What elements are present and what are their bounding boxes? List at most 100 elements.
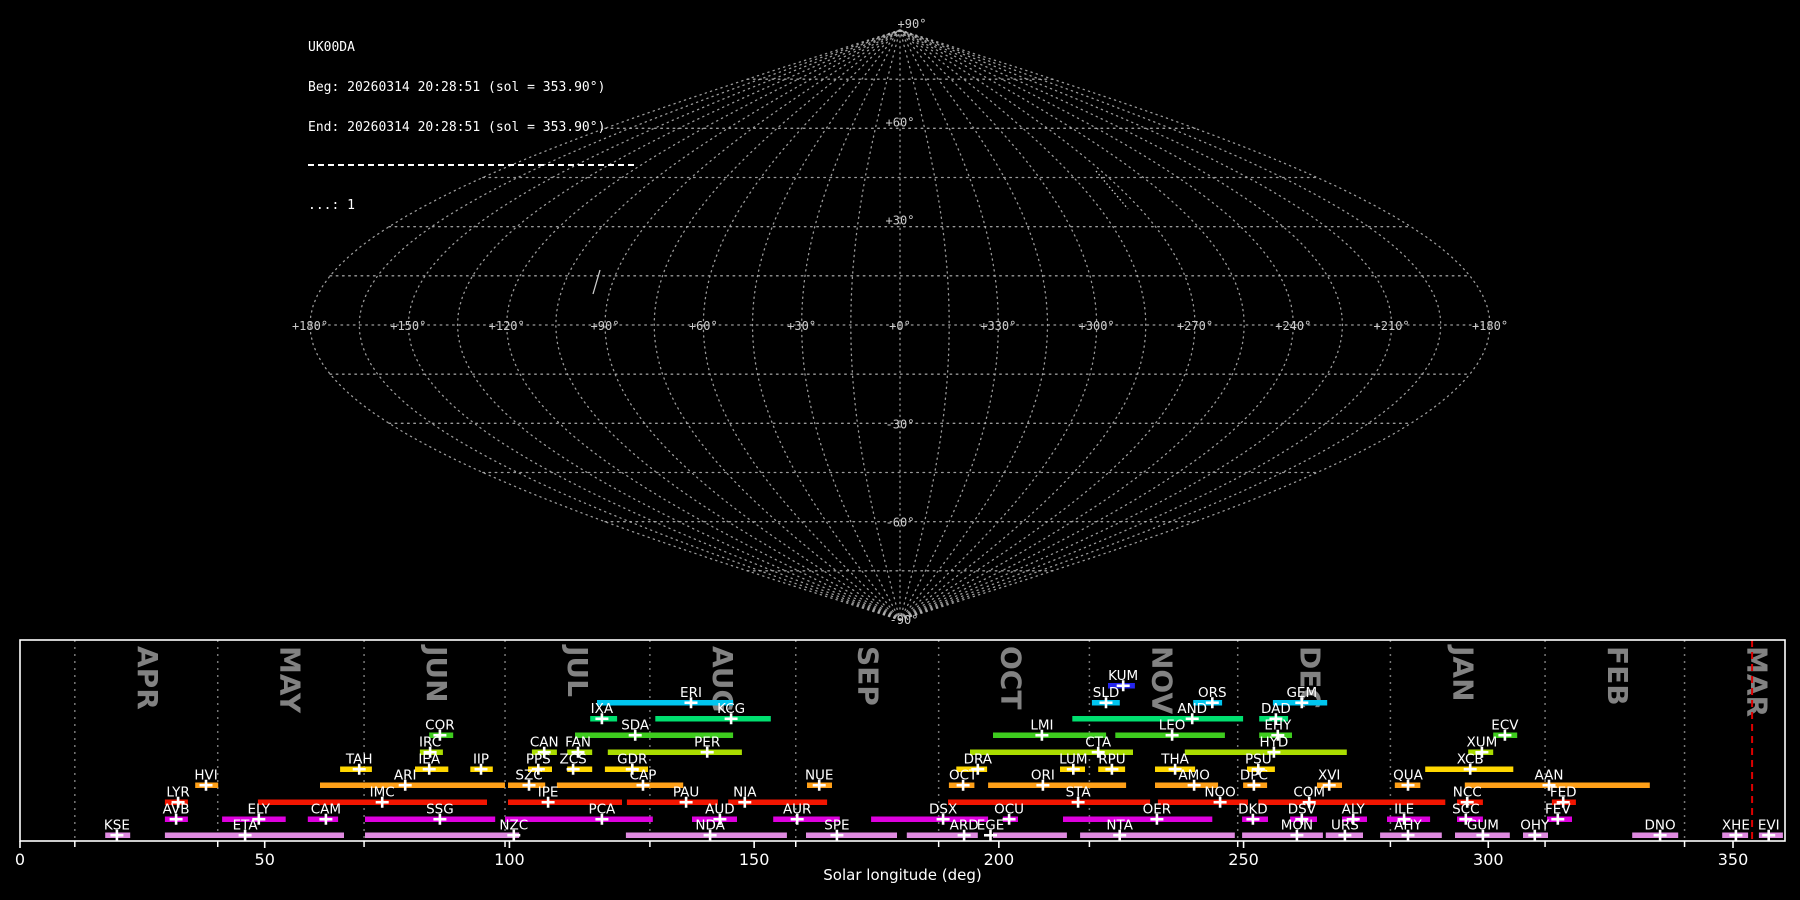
lat-label: +60° (886, 115, 915, 129)
shower-code-label: PER (694, 735, 720, 751)
x-tick-label: 250 (1228, 850, 1259, 869)
activity-timeline: APR MAY JUN JUL AUG SEP OCT NOV DEC JAN FEB MARKUME… (15, 639, 1786, 884)
shower-code-label: ERI (680, 685, 702, 701)
shower-code-label: AAN (1535, 768, 1564, 784)
shower-code-label: IXA (591, 701, 614, 717)
shower-code-label: GDR (617, 752, 647, 768)
shower-code-label: TAH (345, 752, 373, 768)
shower-bar-OER (1063, 816, 1213, 822)
shower-code-label: XCB (1457, 752, 1484, 768)
month-label: JUN (420, 644, 453, 703)
shower-code-label: XHE (1722, 818, 1750, 834)
shower-code-label: ARI (394, 768, 417, 784)
lat-label: -30° (886, 417, 915, 431)
month-label: JUL (561, 644, 594, 697)
shower-code-label: PPS (526, 752, 551, 768)
shower-code-label: IMC (370, 785, 395, 801)
shower-code-label: LEO (1159, 718, 1186, 734)
shower-code-label: ETA (233, 818, 259, 834)
shower-code-label: LUM (1059, 752, 1087, 768)
south-pole-label: -90° (890, 613, 919, 627)
lon-label: +0° (889, 319, 911, 333)
shower-code-label: HYD (1260, 735, 1289, 751)
shower-code-label: KCG (717, 701, 745, 717)
shower-code-label: STA (1066, 785, 1092, 801)
shower-code-label: FED (1550, 785, 1577, 801)
shower-code-label: SZC (515, 768, 542, 784)
shower-code-label: OCU (994, 802, 1024, 818)
month-label: NOV (1145, 646, 1178, 714)
shower-code-label: SDA (621, 718, 650, 734)
shower-code-label: URS (1331, 818, 1359, 834)
session-end: End: 20260314 20:28:51 (sol = 353.90°) (308, 120, 606, 136)
shower-code-label: PAU (673, 785, 699, 801)
shower-code-label: CAN (530, 735, 559, 751)
shower-code-label: FAN (565, 735, 591, 751)
shower-code-label: EHY (1264, 718, 1292, 734)
shower-code-label: DAD (1261, 701, 1291, 717)
session-info-block: UK00DA Beg: 20260314 20:28:51 (sol = 353… (308, 14, 634, 240)
shower-code-label: NZC (499, 818, 528, 834)
shower-code-label: CAP (630, 768, 657, 784)
shower-code-label: ECV (1491, 718, 1519, 734)
month-label: APR (131, 646, 164, 710)
shower-code-label: PCA (588, 802, 616, 818)
shower-code-label: RPU (1098, 752, 1125, 768)
shower-bar-SPE (806, 832, 897, 838)
shower-code-label: IIP (473, 752, 489, 768)
north-pole-label: +90° (898, 17, 927, 31)
shower-code-label: NDA (695, 818, 725, 834)
shower-code-label: IRC (419, 735, 441, 751)
meteor-trail (592, 269, 601, 295)
lon-label: +180° (292, 319, 328, 333)
shower-code-label: AHY (1394, 818, 1422, 834)
shower-code-label: XVI (1318, 768, 1340, 784)
shower-code-label: AND (1177, 701, 1207, 717)
shower-code-label: SPE (824, 818, 849, 834)
shower-bar-KCG (655, 716, 771, 722)
shower-code-label: AUD (705, 802, 735, 818)
meteor-trail-dotted (1095, 170, 1129, 210)
x-tick-label: 0 (15, 850, 25, 869)
lat-label: +30° (886, 214, 915, 228)
station-id: UK00DA (308, 39, 355, 55)
shower-code-label: PSU (1245, 752, 1272, 768)
shower-code-label: DKD (1238, 802, 1268, 818)
shower-code-label: IPE (538, 785, 559, 801)
x-tick-label: 200 (984, 850, 1015, 869)
shower-code-label: KSE (104, 818, 130, 834)
shower-code-label: AVB (163, 802, 190, 818)
shower-code-label: DNO (1645, 818, 1676, 834)
shower-bar-ERI (597, 700, 734, 706)
x-tick-label: 100 (494, 850, 525, 869)
shower-bar-NTA (1080, 832, 1235, 838)
radiant-analysis-screen: +180° +150° +120° +90° +60° +30° +0° +330° +300°… (0, 0, 1800, 900)
lon-label: +180° (1472, 319, 1508, 333)
shower-code-label: NUE (805, 768, 834, 784)
month-label: OCT (995, 646, 1028, 709)
lon-label: +90° (591, 319, 620, 333)
shower-code-label: NCC (1453, 785, 1482, 801)
shower-code-label: XUM (1467, 735, 1498, 751)
shower-bar-AND (1072, 716, 1244, 722)
x-tick-label: 150 (739, 850, 770, 869)
shower-code-label: CAM (311, 802, 341, 818)
shower-code-label: ORI (1031, 768, 1055, 784)
x-tick-label: 300 (1473, 850, 1504, 869)
month-label: MAY (274, 646, 307, 714)
lat-label: -60° (886, 516, 915, 530)
shower-code-label: EGE (977, 818, 1005, 834)
shower-code-label: DSV (1288, 802, 1317, 818)
shower-code-label: COR (425, 718, 454, 734)
lon-label: +300° (1079, 319, 1115, 333)
shower-code-label: LMI (1030, 718, 1053, 734)
x-tick-label: 50 (255, 850, 275, 869)
shower-bar-CAP (556, 782, 684, 788)
shower-code-label: THA (1160, 752, 1189, 768)
shower-bar-NZC (365, 832, 520, 838)
lon-label: +330° (980, 319, 1016, 333)
shower-code-label: FEV (1545, 802, 1571, 818)
shower-code-label: ILE (1394, 802, 1414, 818)
shower-code-label: QUA (1393, 768, 1424, 784)
shower-code-label: OER (1143, 802, 1172, 818)
